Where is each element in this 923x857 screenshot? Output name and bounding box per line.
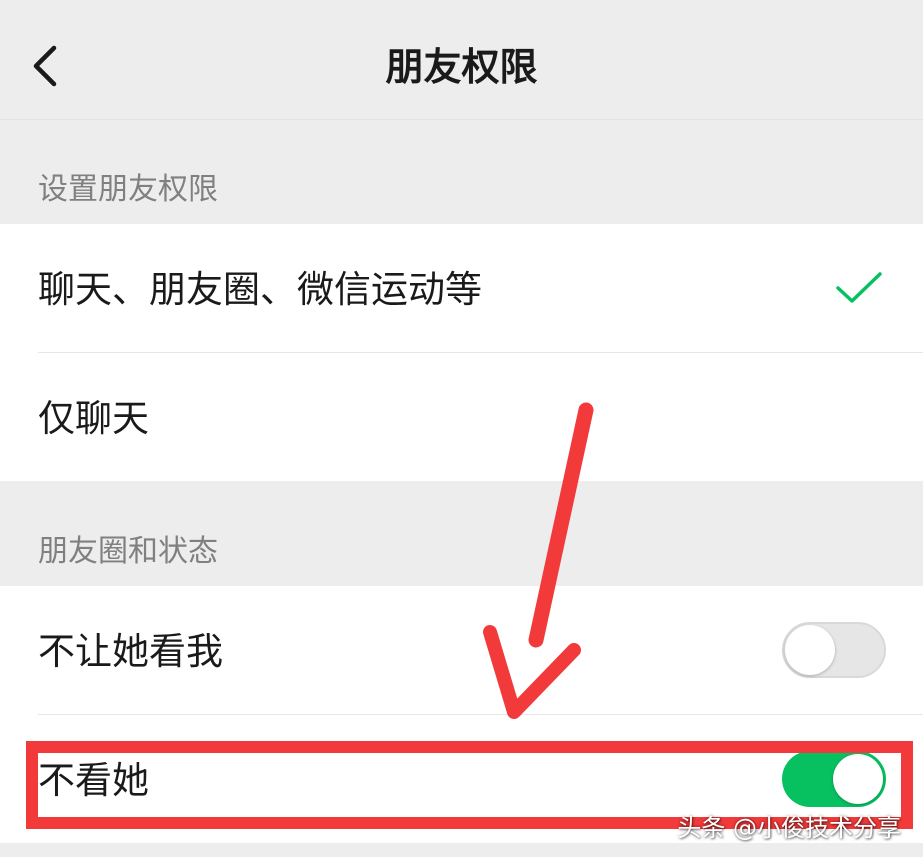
hide-her-posts-toggle[interactable] bbox=[782, 751, 886, 807]
option-chat-moments-werun[interactable]: 聊天、朋友圈、微信运动等 bbox=[0, 224, 923, 352]
moments-options-group: 不让她看我 不看她 bbox=[0, 586, 923, 843]
checkmark-icon bbox=[836, 272, 882, 303]
option-label: 不看她 bbox=[38, 759, 149, 802]
option-chat-only[interactable]: 仅聊天 bbox=[0, 353, 923, 481]
toggle-knob bbox=[785, 625, 835, 675]
section-header-friend-permissions: 设置朋友权限 bbox=[38, 172, 218, 207]
option-label: 仅聊天 bbox=[38, 397, 149, 440]
toggle-knob bbox=[833, 754, 883, 804]
watermark: 头条 @小俊技术分享 bbox=[677, 814, 901, 842]
hide-my-posts-toggle[interactable] bbox=[782, 622, 886, 678]
page-title: 朋友权限 bbox=[385, 45, 538, 89]
permission-options-group: 聊天、朋友圈、微信运动等 仅聊天 bbox=[0, 224, 923, 481]
section-header-moments-status: 朋友圈和状态 bbox=[38, 534, 218, 569]
option-label: 聊天、朋友圈、微信运动等 bbox=[38, 268, 482, 311]
navigation-bar: 朋友权限 bbox=[0, 0, 923, 120]
hide-my-posts-row: 不让她看我 bbox=[0, 586, 923, 714]
option-label: 不让她看我 bbox=[38, 630, 223, 673]
